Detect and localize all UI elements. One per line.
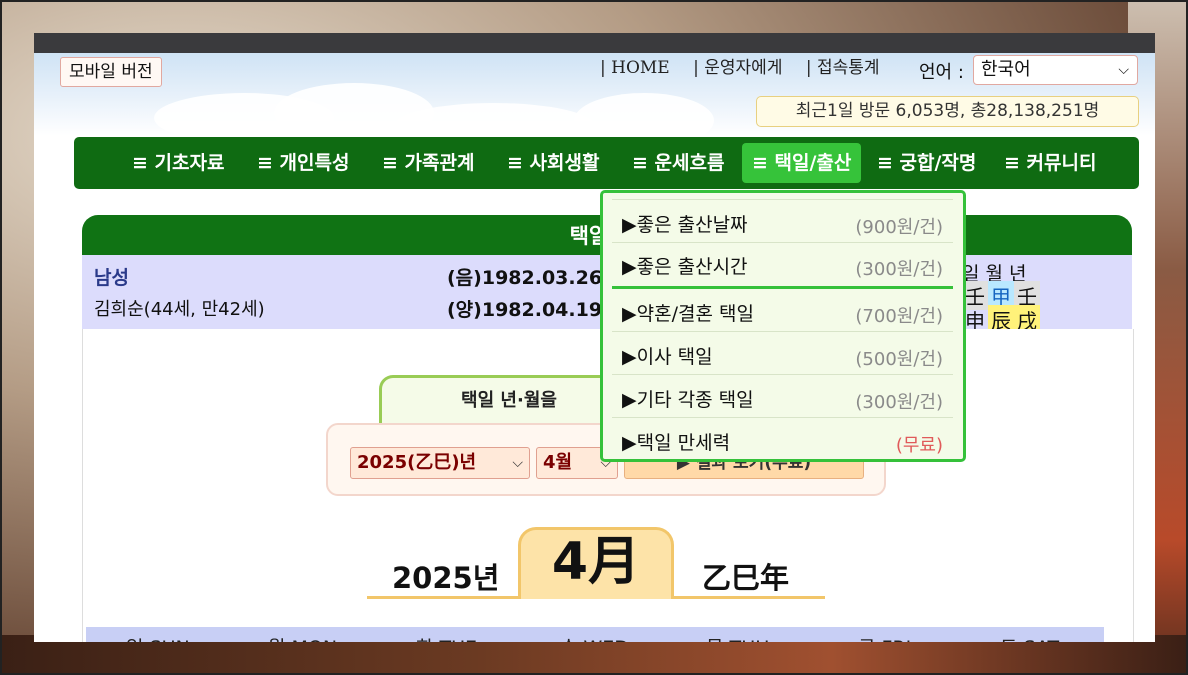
- language-label: 언어 :: [919, 62, 964, 83]
- calendar-month: 4月: [518, 527, 674, 599]
- calendar-ganzhi: 乙巳年: [702, 561, 790, 595]
- menu-item-label: ▶기타 각종 택일: [622, 389, 754, 411]
- menu-item-other[interactable]: ▶기타 각종 택일 (300원/건): [612, 376, 953, 418]
- year-select-value: 2025(乙巳)년: [357, 452, 477, 473]
- weekday-sun: 일 SUN: [126, 633, 190, 642]
- calendar-year: 2025년: [392, 561, 500, 595]
- date-selection-dropdown-menu: ▶좋은 출산날짜 (900원/건) ▶좋은 출산시간 (300원/건) ▶약혼/…: [600, 190, 966, 462]
- menu-item-price: (300원/건): [855, 392, 943, 413]
- language-select-value: 한국어: [981, 59, 1031, 80]
- nav-item-basic-data[interactable]: ≡ 기초자료: [132, 143, 224, 183]
- weekday-wed: 수 WED: [560, 633, 629, 642]
- nav-item-date-selection[interactable]: ≡ 택일/출산: [742, 143, 862, 183]
- menu-item-label: ▶이사 택일: [622, 346, 713, 368]
- visit-counter: 최근1일 방문 6,053명, 총28,138,251명: [756, 96, 1139, 127]
- nav-item-community[interactable]: ≡ 커뮤니티: [1004, 143, 1096, 183]
- calendar-divider-left: [367, 596, 519, 599]
- chevron-down-icon: ⌵: [512, 455, 523, 471]
- weekday-fri: 금 FRI: [858, 633, 911, 642]
- chevron-down-icon: ⌵: [1118, 62, 1129, 78]
- weekday-thu: 목 THU: [706, 633, 769, 642]
- mobile-version-button[interactable]: 모바일 버전: [60, 57, 162, 87]
- nav-item-social[interactable]: ≡ 사회생활: [507, 143, 599, 183]
- menu-item-price: (무료): [895, 435, 943, 456]
- weekday-header: 일 SUN 월 MON 화 TUE 수 WED 목 THU 금 FRI 토 SA…: [86, 627, 1104, 642]
- lunar-date: (음)1982.03.26: [447, 267, 603, 289]
- top-links: | HOME | 운영자에게 | 접속통계: [600, 53, 898, 78]
- solar-date: (양)1982.04.19: [447, 299, 603, 321]
- language-select[interactable]: 한국어 ⌵: [973, 55, 1138, 85]
- menu-item-price: (900원/건): [855, 217, 943, 238]
- weekday-mon: 월 MON: [268, 633, 337, 642]
- nav-item-personal[interactable]: ≡ 개인특성: [257, 143, 349, 183]
- home-link[interactable]: | HOME: [600, 58, 670, 78]
- menu-item-birth-date[interactable]: ▶좋은 출산날짜 (900원/건): [612, 201, 953, 243]
- contact-admin-link[interactable]: | 운영자에게: [693, 58, 782, 78]
- nav-item-fortune[interactable]: ≡ 운세흐름: [632, 143, 724, 183]
- calendar-divider-right: [674, 596, 825, 599]
- dropdown-divider: [612, 286, 953, 289]
- month-select-value: 4월: [543, 452, 573, 473]
- year-select[interactable]: 2025(乙巳)년 ⌵: [350, 447, 530, 479]
- menu-item-price: (500원/건): [855, 349, 943, 370]
- menu-item-birth-time[interactable]: ▶좋은 출산시간 (300원/건): [612, 243, 953, 285]
- menu-item-label: ▶택일 만세력: [622, 432, 731, 454]
- menu-item-price: (700원/건): [855, 306, 943, 327]
- weekday-tue: 화 TUE: [416, 633, 477, 642]
- nav-item-compatibility[interactable]: ≡ 궁합/작명: [877, 143, 976, 183]
- web-page: 모바일 버전 | HOME | 운영자에게 | 접속통계 언어 : 한국어 ⌵ …: [34, 33, 1155, 642]
- menu-item-wedding[interactable]: ▶약혼/결혼 택일 (700원/건): [612, 290, 953, 332]
- menu-item-label: ▶좋은 출산시간: [622, 256, 748, 278]
- nav-item-family[interactable]: ≡ 가족관계: [382, 143, 474, 183]
- top-bar: [34, 33, 1155, 53]
- person-name: 김희순(44세, 만42세): [94, 299, 265, 320]
- main-nav: ≡ 기초자료 ≡ 개인특성 ≡ 가족관계 ≡ 사회생활 ≡ 운세흐름 ≡ 택일/…: [74, 137, 1139, 189]
- menu-item-moving[interactable]: ▶이사 택일 (500원/건): [612, 333, 953, 375]
- menu-item-price: (300원/건): [855, 259, 943, 280]
- menu-item-calendar[interactable]: ▶택일 만세력 (무료): [612, 419, 953, 461]
- gender-label: 남성: [94, 267, 129, 289]
- weekday-sat: 토 SAT: [1000, 633, 1059, 642]
- menu-item-label: ▶약혼/결혼 택일: [622, 303, 754, 325]
- dropdown-top-line: [612, 199, 953, 200]
- access-stats-link[interactable]: | 접속통계: [806, 58, 880, 78]
- menu-item-label: ▶좋은 출산날짜: [622, 214, 748, 236]
